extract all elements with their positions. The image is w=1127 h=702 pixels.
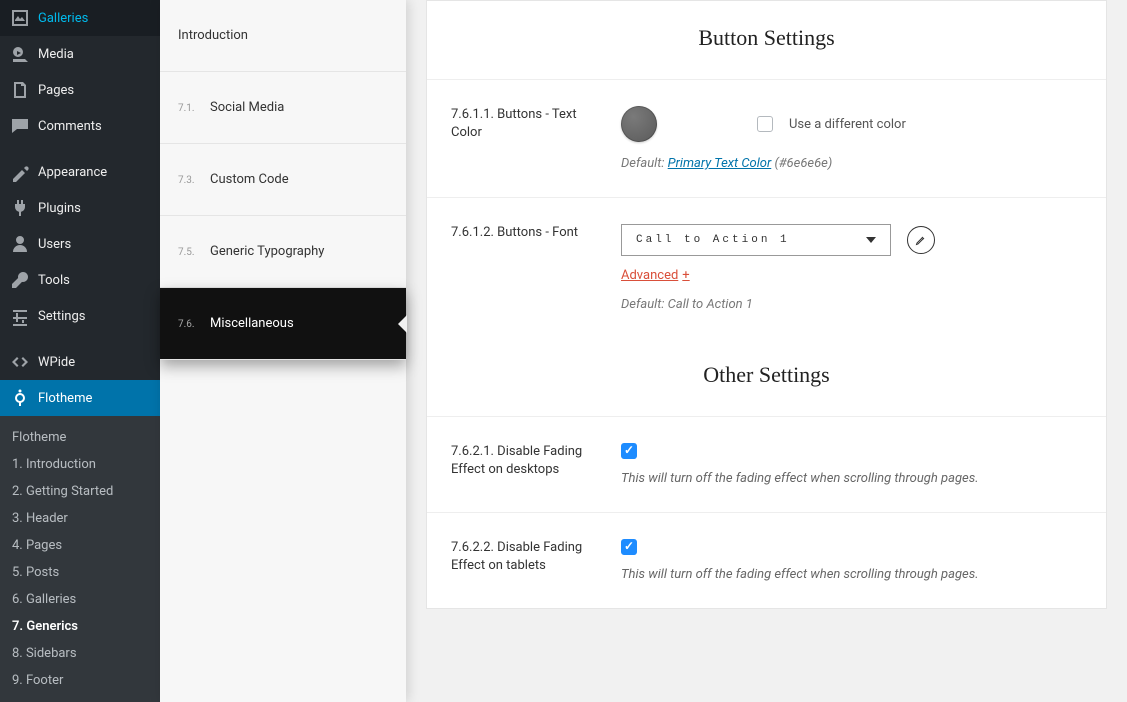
secondary-item-introduction[interactable]: Introduction <box>160 0 406 72</box>
submenu-item[interactable]: 8. Sidebars <box>0 640 160 667</box>
flotheme-icon <box>10 388 30 408</box>
nav-item-comments[interactable]: Comments <box>0 108 160 144</box>
pages-icon <box>10 80 30 100</box>
secondary-item-label: Custom Code <box>210 172 289 187</box>
settings-icon <box>10 306 30 326</box>
secondary-sidebar: Introduction 7.1. Social Media 7.3. Custom … <box>160 0 406 702</box>
appearance-icon <box>10 162 30 182</box>
submenu-item[interactable]: 2. Getting Started <box>0 478 160 505</box>
nav-item-wpide[interactable]: WPide <box>0 344 160 380</box>
nav-item-users[interactable]: Users <box>0 226 160 262</box>
nav-item-media[interactable]: Media <box>0 36 160 72</box>
font-select[interactable]: Call to Action 1 <box>621 224 891 256</box>
setting-row-font: 7.6.1.2. Buttons - Font Call to Action 1… <box>427 197 1106 338</box>
section-title-button-settings: Button Settings <box>427 1 1106 79</box>
color-swatch[interactable] <box>621 106 657 142</box>
users-icon <box>10 234 30 254</box>
tools-icon <box>10 270 30 290</box>
plugins-icon <box>10 198 30 218</box>
setting-label: 7.6.1.2. Buttons - Font <box>451 224 591 312</box>
nav-item-pages[interactable]: Pages <box>0 72 160 108</box>
setting-description: This will turn off the fading effect whe… <box>621 471 1082 486</box>
code-icon <box>10 352 30 372</box>
secondary-item-label: Miscellaneous <box>210 316 294 331</box>
secondary-item-num: 7.6. <box>178 319 198 330</box>
main-content: Button Settings 7.6.1.1. Buttons - Text … <box>406 0 1127 702</box>
secondary-item-label: Social Media <box>210 100 284 115</box>
nav-item-plugins[interactable]: Plugins <box>0 190 160 226</box>
submenu-item[interactable]: 5. Posts <box>0 559 160 586</box>
submenu-item[interactable]: 3. Header <box>0 505 160 532</box>
font-select-value: Call to Action 1 <box>636 234 790 246</box>
chevron-down-icon <box>866 237 876 243</box>
pencil-icon <box>915 234 927 246</box>
nav-item-label: Appearance <box>38 165 107 180</box>
section-title-other-settings: Other Settings <box>427 338 1106 416</box>
nav-item-label: Flotheme <box>38 391 92 406</box>
nav-item-flotheme[interactable]: Flotheme <box>0 380 160 416</box>
setting-row-text-color: 7.6.1.1. Buttons - Text Color Use a diff… <box>427 79 1106 197</box>
secondary-item-num: 7.1. <box>178 103 198 114</box>
secondary-item[interactable]: 7.3. Custom Code <box>160 144 406 216</box>
nav-item-label: WPide <box>38 355 75 370</box>
secondary-item[interactable]: 7.6. Miscellaneous <box>160 288 406 360</box>
secondary-item-label: Generic Typography <box>210 244 324 259</box>
submenu-item[interactable]: Flotheme <box>0 424 160 451</box>
nav-item-label: Tools <box>38 273 70 288</box>
nav-item-label: Users <box>38 237 71 252</box>
nav-item-galleries[interactable]: Galleries <box>0 0 160 36</box>
secondary-item[interactable]: 7.1. Social Media <box>160 72 406 144</box>
submenu-item[interactable]: 4. Pages <box>0 532 160 559</box>
settings-panel: Button Settings 7.6.1.1. Buttons - Text … <box>426 0 1107 609</box>
nav-item-label: Settings <box>38 309 85 324</box>
nav-item-appearance[interactable]: Appearance <box>0 154 160 190</box>
galleries-icon <box>10 8 30 28</box>
nav-item-label: Comments <box>38 119 102 134</box>
default-text: Default: Call to Action 1 <box>621 297 1082 312</box>
nav-item-settings[interactable]: Settings <box>0 298 160 334</box>
media-icon <box>10 44 30 64</box>
setting-label: 7.6.2.2. Disable Fading Effect on tablet… <box>451 539 591 582</box>
nav-item-tools[interactable]: Tools <box>0 262 160 298</box>
setting-description: This will turn off the fading effect whe… <box>621 567 1082 582</box>
different-color-checkbox[interactable] <box>757 116 773 132</box>
setting-row-fading-desktop: 7.6.2.1. Disable Fading Effect on deskto… <box>427 416 1106 512</box>
different-color-label: Use a different color <box>789 117 906 132</box>
secondary-item[interactable]: 7.5. Generic Typography <box>160 216 406 288</box>
nav-item-label: Pages <box>38 83 74 98</box>
setting-label: 7.6.1.1. Buttons - Text Color <box>451 106 591 171</box>
submenu-item[interactable]: 6. Galleries <box>0 586 160 613</box>
default-text: Default: Primary Text Color (#6e6e6e) <box>621 156 1082 171</box>
flotheme-submenu: Flotheme1. Introduction2. Getting Starte… <box>0 416 160 702</box>
primary-text-color-link[interactable]: Primary Text Color <box>668 156 772 171</box>
nav-item-label: Media <box>38 47 74 62</box>
secondary-item-label: Introduction <box>178 28 248 43</box>
primary-sidebar: Galleries Media Pages Comments Appearance Pl… <box>0 0 160 702</box>
advanced-toggle[interactable]: Advanced+ <box>621 268 690 283</box>
setting-label: 7.6.2.1. Disable Fading Effect on deskto… <box>451 443 591 486</box>
fading-desktop-checkbox[interactable] <box>621 443 637 459</box>
submenu-item[interactable]: 1. Introduction <box>0 451 160 478</box>
secondary-item-num: 7.3. <box>178 175 198 186</box>
fading-tablets-checkbox[interactable] <box>621 539 637 555</box>
nav-item-label: Plugins <box>38 201 81 216</box>
submenu-item[interactable]: 9. Footer <box>0 667 160 694</box>
secondary-item-num: 7.5. <box>178 247 198 258</box>
setting-row-fading-tablets: 7.6.2.2. Disable Fading Effect on tablet… <box>427 512 1106 608</box>
nav-item-label: Galleries <box>38 11 88 26</box>
comments-icon <box>10 116 30 136</box>
edit-font-button[interactable] <box>907 226 935 254</box>
submenu-item[interactable]: 7. Generics <box>0 613 160 640</box>
